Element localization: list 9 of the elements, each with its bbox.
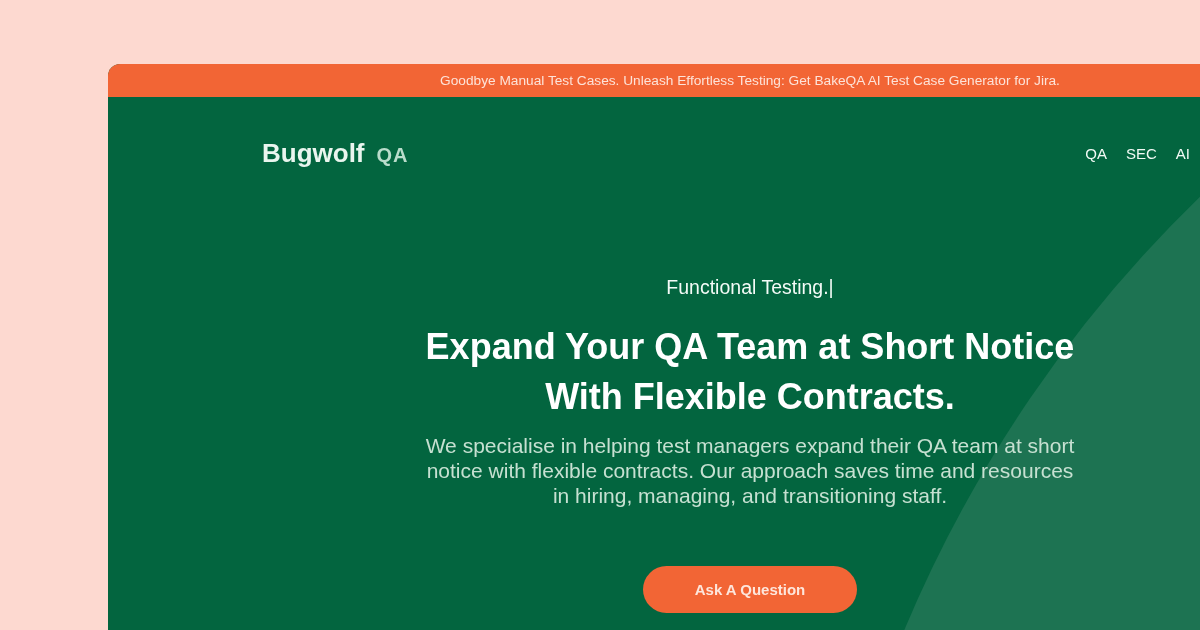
typed-subtitle: Functional Testing.| (666, 275, 834, 299)
logo-text[interactable]: Bugwolf (262, 137, 365, 169)
nav-link[interactable]: SEC (1125, 144, 1157, 162)
announcement-text: Goodbye Manual Test Cases. Unleash Effortless Testing: Get BakeQA AI Test Case Generator for Jira. (440, 73, 1060, 88)
nav-link[interactable]: QA (1085, 144, 1107, 162)
logo-suffix: QA (376, 143, 409, 167)
hero-description: We specialise in helping test managers expand their QA team at short notice with flexible contracts. Our approach saves time and resources in hiring, managing, and transitioning staff. (424, 433, 1076, 508)
nav-link[interactable]: AI (1175, 144, 1190, 162)
hero-headline: Expand Your QA Team at Short Notice With Flexible Contracts. (425, 325, 1075, 419)
